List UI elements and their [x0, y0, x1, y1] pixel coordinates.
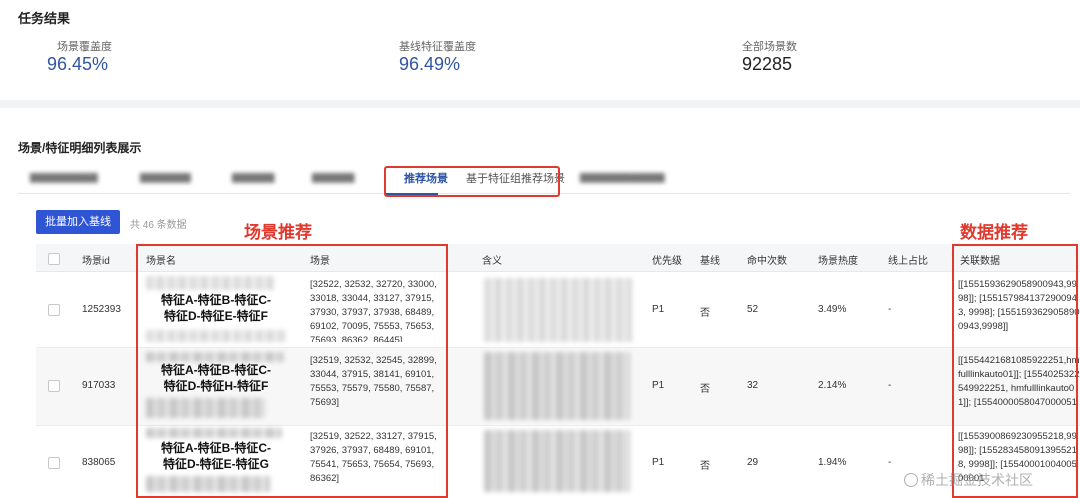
select-all-checkbox[interactable] [48, 253, 60, 265]
metric-value-total-scenes: 92285 [742, 54, 793, 74]
col-priority[interactable]: 优先级 [652, 252, 682, 267]
record-count: 共 46 条数据 [130, 220, 187, 231]
metric-label-baseline-coverage: 基线特征覆盖度 [399, 41, 476, 53]
row-scene-id: 1252393 [82, 304, 121, 315]
col-baseline[interactable]: 基线 [700, 252, 720, 267]
redacted-meaning [484, 352, 630, 420]
row-hits: 32 [747, 380, 759, 391]
list-title: 场景/特征明细列表展示 [18, 141, 142, 155]
tab-hidden-2[interactable]: ▆▆▆▆▆▆ [140, 170, 191, 183]
col-meaning[interactable]: 含义 [482, 252, 502, 267]
watermark-text: 稀土掘金技术社区 [921, 472, 1033, 488]
batch-add-baseline-button[interactable]: 批量加入基线 [36, 210, 120, 234]
row-priority: P1 [652, 457, 665, 468]
row-scene-id: 838065 [82, 457, 116, 468]
redacted-meaning [484, 278, 632, 342]
col-online-ratio[interactable]: 线上占比 [888, 252, 928, 267]
metric-label-total-scenes: 全部场景数 [742, 41, 797, 53]
row-online-ratio: - [888, 304, 892, 315]
row-scene-id: 917033 [82, 380, 116, 391]
col-heat[interactable]: 场景热度 [818, 252, 858, 267]
summary-title: 任务结果 [18, 11, 71, 26]
row-hits: 52 [747, 304, 759, 315]
row-heat: 2.14% [818, 380, 847, 391]
row-checkbox[interactable] [48, 457, 60, 469]
watermark-logo-icon [904, 473, 918, 487]
section-divider [0, 100, 1080, 108]
row-heat: 1.94% [818, 457, 847, 468]
annotation-scene-recommend: 场景推荐 [244, 223, 312, 242]
tab-hidden-3[interactable]: ▆▆▆▆▆ [232, 170, 274, 183]
row-online-ratio: - [888, 457, 892, 468]
metric-label-scene-coverage: 场景覆盖度 [57, 41, 112, 53]
row-priority: P1 [652, 380, 665, 391]
metric-value-scene-coverage: 96.45% [47, 54, 109, 74]
watermark: 稀土掘金技术社区 [904, 470, 1033, 490]
tab-hidden-4[interactable]: ▆▆▆▆▆ [312, 170, 354, 183]
row-baseline: 否 [700, 308, 710, 319]
row-heat: 3.49% [818, 304, 847, 315]
annotation-data-recommend: 数据推荐 [960, 223, 1028, 242]
row-hits: 29 [747, 457, 759, 468]
row-baseline: 否 [700, 461, 710, 472]
row-online-ratio: - [888, 380, 892, 391]
redacted-meaning [484, 430, 630, 492]
data-recommend-highlight [952, 244, 1078, 498]
tab-hidden-5[interactable]: ▆▆▆▆▆▆▆▆▆▆ [580, 170, 665, 183]
row-priority: P1 [652, 304, 665, 315]
tabs-highlight-box [384, 166, 560, 197]
row-checkbox[interactable] [48, 380, 60, 392]
col-scene-id[interactable]: 场景id [82, 252, 110, 267]
row-checkbox[interactable] [48, 304, 60, 316]
row-baseline: 否 [700, 384, 710, 395]
col-hits[interactable]: 命中次数 [747, 252, 787, 267]
scene-recommend-highlight [136, 244, 448, 498]
tab-hidden-1[interactable]: ▆▆▆▆▆▆▆▆ [30, 170, 98, 183]
metric-value-baseline-coverage: 96.49% [399, 54, 461, 74]
